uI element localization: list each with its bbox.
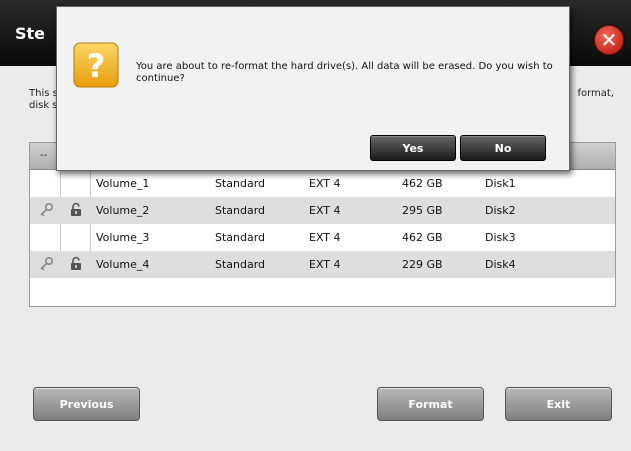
volume-name: Volume_3 xyxy=(96,231,150,244)
question-mark-icon: ? xyxy=(73,42,119,88)
volume-size: 462 GB xyxy=(402,231,443,244)
disk-label: Disk3 xyxy=(485,231,516,244)
volume-name: Volume_1 xyxy=(96,177,150,190)
table-row[interactable]: Volume_3 Standard EXT 4 462 GB Disk3 xyxy=(30,224,615,251)
volume-type: Standard xyxy=(215,231,266,244)
file-system: EXT 4 xyxy=(309,258,341,271)
table-row[interactable]: Volume_1 Standard EXT 4 462 GB Disk1 xyxy=(30,170,615,197)
key-icon[interactable] xyxy=(38,202,54,218)
description-right: format, xyxy=(577,88,614,99)
volume-type: Standard xyxy=(215,177,266,190)
disk-label: Disk4 xyxy=(485,258,516,271)
previous-button[interactable]: Previous xyxy=(33,387,140,421)
confirm-dialog: ? You are about to re-format the hard dr… xyxy=(56,6,570,171)
volume-type: Standard xyxy=(215,258,266,271)
disk-label: Disk2 xyxy=(485,204,516,217)
dialog-message: You are about to re-format the hard driv… xyxy=(136,61,553,84)
no-button[interactable]: No xyxy=(460,135,546,161)
key-icon[interactable] xyxy=(38,256,54,272)
table-row[interactable]: Volume_2 Standard EXT 4 295 GB Disk2 xyxy=(30,197,615,224)
volume-name: Volume_4 xyxy=(96,258,150,271)
volume-size: 229 GB xyxy=(402,258,443,271)
file-system: EXT 4 xyxy=(309,177,341,190)
close-icon: ✕ xyxy=(600,27,618,52)
header-select-column[interactable]: -- xyxy=(40,150,47,161)
file-system: EXT 4 xyxy=(309,231,341,244)
disk-label: Disk1 xyxy=(485,177,516,190)
unlock-icon[interactable] xyxy=(68,256,84,272)
description-left: This s disk s xyxy=(29,88,58,112)
description-line-2: disk s xyxy=(29,100,58,111)
table-row[interactable]: Volume_4 Standard EXT 4 229 GB Disk4 xyxy=(30,251,615,278)
volume-name: Volume_2 xyxy=(96,204,150,217)
description-line-1: This s xyxy=(29,88,58,99)
volume-size: 295 GB xyxy=(402,204,443,217)
close-button[interactable]: ✕ xyxy=(594,25,624,55)
exit-button[interactable]: Exit xyxy=(505,387,612,421)
file-system: EXT 4 xyxy=(309,204,341,217)
svg-text:?: ? xyxy=(87,47,106,85)
volume-size: 462 GB xyxy=(402,177,443,190)
volume-type: Standard xyxy=(215,204,266,217)
unlock-icon[interactable] xyxy=(68,202,84,218)
format-button[interactable]: Format xyxy=(377,387,484,421)
yes-button[interactable]: Yes xyxy=(370,135,456,161)
wizard-title: Ste xyxy=(15,24,46,43)
